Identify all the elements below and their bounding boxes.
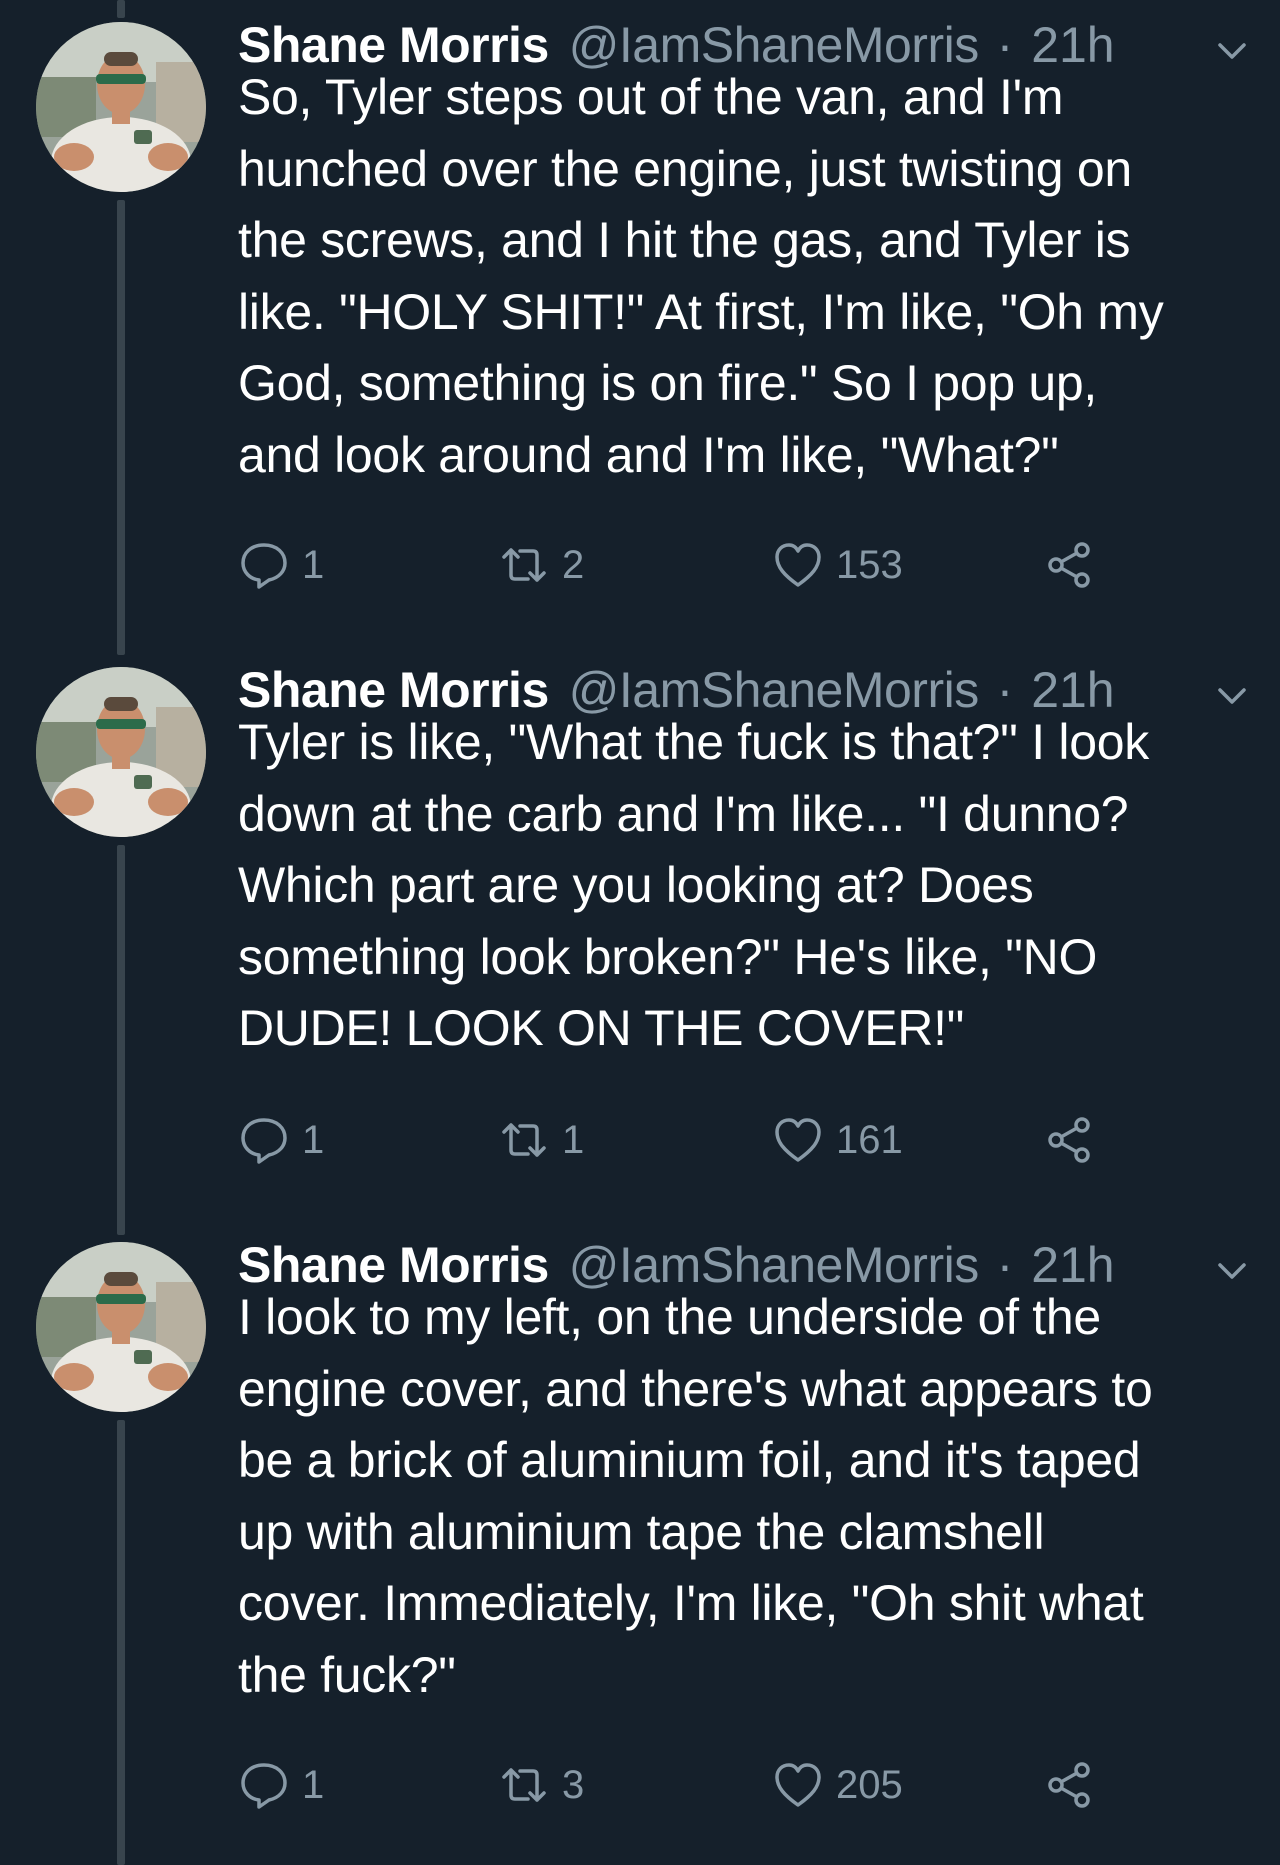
thread-line [117, 200, 125, 655]
share-button[interactable] [1044, 1755, 1096, 1815]
like-button[interactable]: 153 [772, 535, 903, 595]
profile-photo [36, 1242, 206, 1412]
retweet-count: 1 [562, 1117, 585, 1162]
heart-icon [775, 543, 821, 587]
reply-count: 1 [302, 1762, 325, 1807]
avatar[interactable] [36, 22, 206, 192]
reply-icon [241, 1118, 287, 1164]
profile-photo [36, 667, 206, 837]
heart-icon [775, 1763, 821, 1807]
retweet-icon [502, 1768, 546, 1802]
tweet-text: Tyler is like, "What the fuck is that?" … [238, 714, 1149, 1056]
tweet-actions: 1 1 161 [238, 1110, 1238, 1170]
retweet-button[interactable]: 3 [498, 1755, 584, 1815]
share-icon [1048, 1117, 1090, 1163]
profile-photo [36, 22, 206, 192]
tweet-actions: 1 3 205 [238, 1755, 1238, 1815]
share-icon [1048, 1762, 1090, 1808]
tweet-text: So, Tyler steps out of the van, and I'm … [238, 69, 1164, 483]
reply-count: 1 [302, 542, 325, 587]
tweet-text: I look to my left, on the underside of t… [238, 1289, 1153, 1703]
tweet-actions: 1 2 153 [238, 535, 1238, 595]
reply-count: 1 [302, 1117, 325, 1162]
avatar[interactable] [36, 1242, 206, 1412]
like-count: 161 [836, 1117, 903, 1162]
thread-line [117, 1420, 125, 1865]
reply-button[interactable]: 1 [238, 535, 324, 595]
reply-button[interactable]: 1 [238, 1110, 324, 1170]
reply-icon [241, 1763, 287, 1809]
heart-icon [775, 1118, 821, 1162]
like-button[interactable]: 205 [772, 1755, 903, 1815]
retweet-icon [502, 1123, 546, 1157]
retweet-count: 3 [562, 1762, 585, 1807]
share-button[interactable] [1044, 535, 1096, 595]
thread-line [117, 845, 125, 1235]
retweet-icon [502, 548, 546, 582]
thread-line [117, 0, 125, 18]
like-count: 153 [836, 542, 903, 587]
retweet-button[interactable]: 1 [498, 1110, 584, 1170]
avatar[interactable] [36, 667, 206, 837]
share-button[interactable] [1044, 1110, 1096, 1170]
like-count: 205 [836, 1762, 903, 1807]
share-icon [1048, 542, 1090, 588]
like-button[interactable]: 161 [772, 1110, 903, 1170]
reply-icon [241, 543, 287, 589]
retweet-button[interactable]: 2 [498, 535, 584, 595]
retweet-count: 2 [562, 542, 585, 587]
reply-button[interactable]: 1 [238, 1755, 324, 1815]
